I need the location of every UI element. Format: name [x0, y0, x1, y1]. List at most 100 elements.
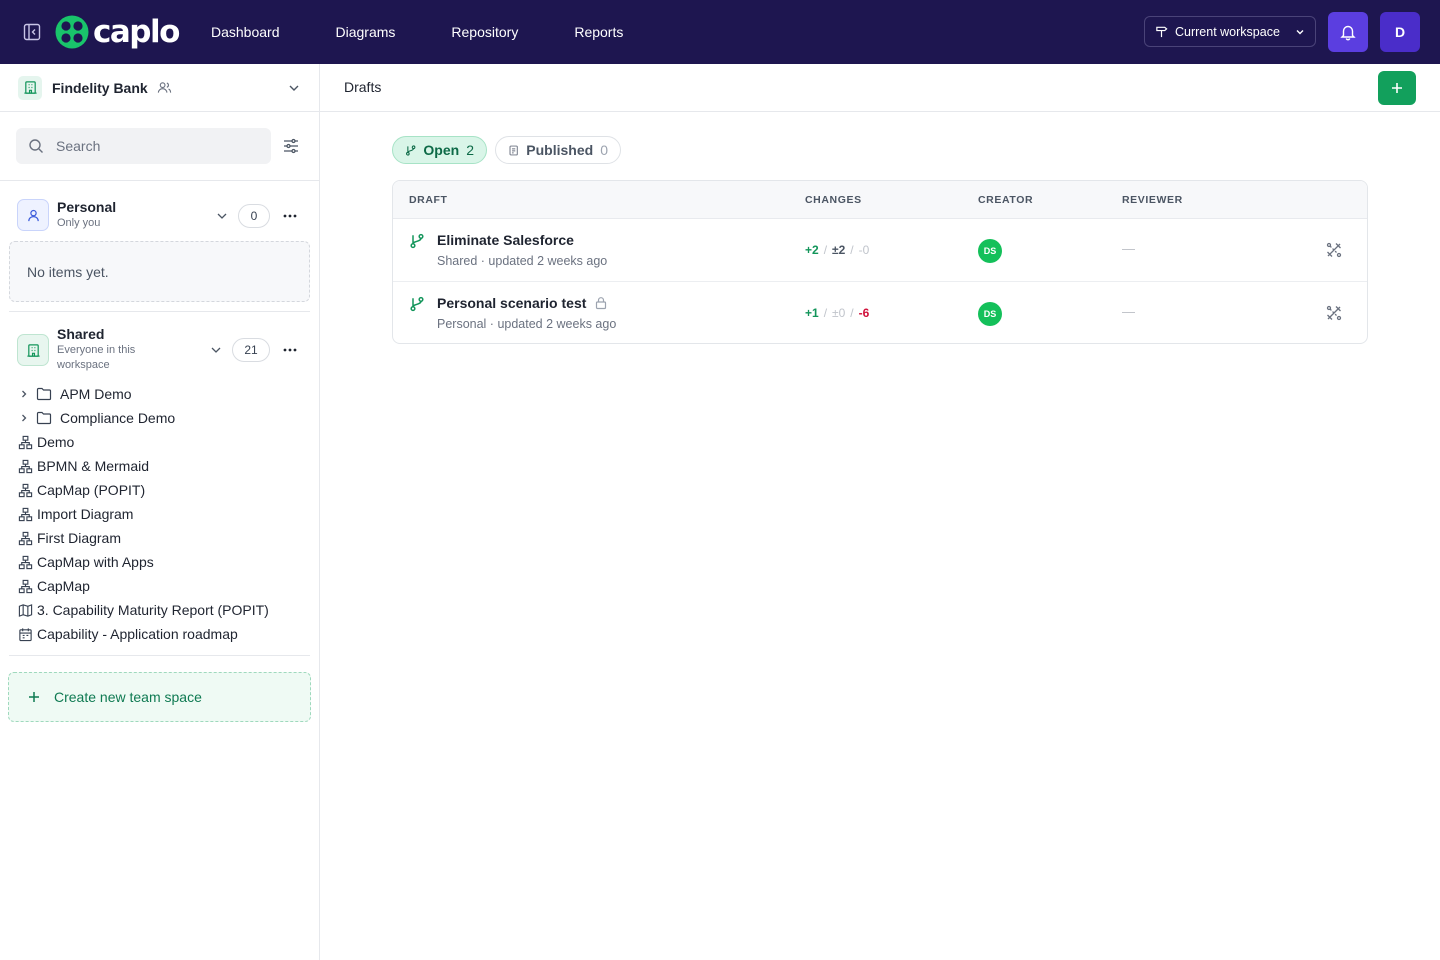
draft-title[interactable]: Eliminate Salesforce	[437, 232, 574, 248]
document-icon	[509, 145, 518, 155]
tree-item-application-roadmap[interactable]: Capability - Application roadmap	[0, 622, 319, 646]
personal-more-options-icon[interactable]	[280, 206, 300, 226]
tab-published-count: 0	[600, 142, 608, 158]
diagram-icon	[18, 579, 33, 594]
user-avatar-button[interactable]: D	[1380, 12, 1420, 52]
tree-item-capmap[interactable]: CapMap	[0, 574, 319, 598]
table-header: DRAFT CHANGES CREATOR REVIEWER	[393, 181, 1367, 219]
shared-count-badge: 21	[232, 338, 270, 362]
folder-icon	[36, 387, 52, 401]
filter-settings-icon[interactable]	[282, 137, 300, 155]
creator-avatar: DS	[978, 239, 1002, 263]
chevron-down-icon	[287, 81, 301, 98]
tree-item-label: First Diagram	[37, 530, 122, 546]
tree-item-first-diagram[interactable]: First Diagram	[0, 526, 319, 550]
shared-space-title: Shared	[57, 326, 105, 342]
shared-more-options-icon[interactable]	[280, 340, 300, 360]
tree-item-label: Demo	[37, 434, 75, 450]
workspace-select[interactable]: Current workspace	[1144, 16, 1316, 47]
personal-count-badge: 0	[238, 204, 270, 228]
building-icon	[18, 75, 42, 100]
tree-item-demo[interactable]: Demo	[0, 430, 319, 454]
chevron-right-icon[interactable]	[17, 413, 31, 423]
tree-item-capmap-popit[interactable]: CapMap (POPIT)	[0, 478, 319, 502]
tree-item-maturity-report[interactable]: 3. Capability Maturity Report (POPIT)	[0, 598, 319, 622]
map-icon	[18, 603, 33, 618]
chevron-down-icon[interactable]	[215, 209, 229, 223]
column-header-changes[interactable]: CHANGES	[805, 194, 862, 206]
sidebar: Findelity Bank Search Personal Only you …	[0, 64, 320, 960]
table-row[interactable]: Eliminate Salesforce Shared · updated 2 …	[393, 219, 1367, 282]
merge-tools-icon[interactable]	[1325, 241, 1343, 262]
tree-item-label: Capability - Application roadmap	[37, 626, 238, 642]
tree-item-bpmn-mermaid[interactable]: BPMN & Mermaid	[0, 454, 319, 478]
changes-added: +1	[805, 306, 819, 320]
notifications-button[interactable]	[1328, 12, 1368, 52]
tree-item-label: CapMap (POPIT)	[37, 482, 146, 498]
tab-open-count: 2	[466, 142, 474, 158]
chevron-down-icon[interactable]	[209, 343, 223, 357]
tree-item-label: Import Diagram	[37, 506, 134, 522]
tree-item-label: BPMN & Mermaid	[37, 458, 150, 474]
draft-title[interactable]: Personal scenario test	[437, 295, 608, 311]
changes-modified: ±2	[832, 243, 846, 257]
sidebar-collapse-icon[interactable]	[22, 22, 42, 42]
column-header-creator[interactable]: CREATOR	[978, 194, 1033, 206]
tree-item-import-diagram[interactable]: Import Diagram	[0, 502, 319, 526]
draft-title-text: Eliminate Salesforce	[437, 232, 574, 248]
diagram-icon	[18, 555, 33, 570]
nav-repository[interactable]: Repository	[451, 24, 518, 40]
table-row[interactable]: Personal scenario test Personal · update…	[393, 282, 1367, 343]
nav-diagrams[interactable]: Diagrams	[336, 24, 396, 40]
nav-dashboard[interactable]: Dashboard	[211, 24, 280, 40]
tree-item-label: CapMap with Apps	[37, 554, 154, 570]
folder-icon	[36, 411, 52, 425]
diagram-icon	[18, 435, 33, 450]
tab-published-label: Published	[526, 142, 594, 158]
tree-item-capmap-with-apps[interactable]: CapMap with Apps	[0, 550, 319, 574]
organization-selector[interactable]: Findelity Bank	[0, 64, 319, 112]
tree-item-label: APM Demo	[60, 386, 132, 402]
tab-open[interactable]: Open 2	[392, 136, 487, 164]
changes-modified: ±0	[832, 306, 846, 320]
add-draft-button[interactable]	[1378, 71, 1416, 105]
draft-subtitle: Personal · updated 2 weeks ago	[437, 317, 617, 331]
tree-item-label: CapMap	[37, 578, 90, 594]
tree-folder-apm-demo[interactable]: APM Demo	[0, 382, 319, 406]
tree-folder-compliance-demo[interactable]: Compliance Demo	[0, 406, 319, 430]
shared-space-subtitle: Everyone in this workspace	[57, 344, 136, 371]
nav-reports[interactable]: Reports	[574, 24, 623, 40]
calendar-icon	[18, 627, 33, 642]
git-branch-icon	[409, 296, 425, 315]
caplo-logo[interactable]: caplo	[55, 14, 180, 50]
column-header-draft[interactable]: DRAFT	[409, 194, 448, 206]
changes-separator: /	[850, 243, 854, 257]
sidebar-divider	[9, 311, 310, 312]
git-branch-icon	[406, 144, 416, 156]
lock-icon	[594, 296, 608, 310]
create-team-space-button[interactable]: Create new team space	[8, 672, 311, 722]
changes-separator: /	[823, 306, 828, 320]
chevron-right-icon[interactable]	[17, 389, 31, 399]
chevron-down-icon	[1295, 27, 1305, 37]
empty-state-text: No items yet.	[27, 263, 109, 280]
page-title: Drafts	[344, 79, 382, 95]
search-icon	[29, 139, 43, 153]
organization-name: Findelity Bank	[52, 79, 148, 96]
changes-separator: /	[823, 243, 828, 257]
changes-separator: /	[850, 306, 854, 320]
sidebar-search-input[interactable]: Search	[16, 128, 271, 164]
diagram-icon	[18, 531, 33, 546]
caplo-logo-mark-icon	[55, 15, 89, 49]
tab-published[interactable]: Published 0	[495, 136, 621, 164]
personal-empty-state: No items yet.	[9, 241, 310, 302]
sidebar-divider	[9, 655, 310, 656]
building-icon	[17, 334, 49, 366]
merge-tools-icon[interactable]	[1325, 304, 1343, 325]
changes-summary: +2 / ±2 / -0	[805, 243, 869, 257]
changes-deleted: -6	[858, 306, 870, 320]
changes-summary: +1 / ±0 / -6	[805, 306, 869, 320]
user-icon	[17, 199, 49, 231]
top-navigation-bar: caplo Dashboard Diagrams Repository Repo…	[0, 0, 1440, 64]
column-header-reviewer[interactable]: REVIEWER	[1122, 194, 1183, 206]
